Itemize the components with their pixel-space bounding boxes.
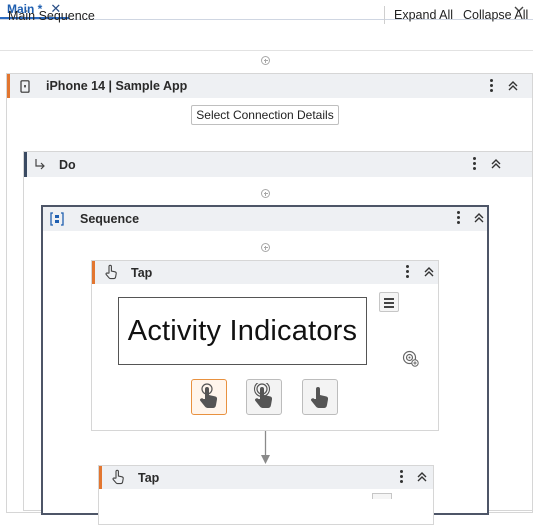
hand-double-tap-icon <box>253 383 273 408</box>
hamburger-icon[interactable] <box>379 292 399 312</box>
tap-card-accent <box>92 261 95 284</box>
tap-card-title: Tap <box>131 266 153 280</box>
add-activity-icon[interactable] <box>261 243 270 252</box>
sequence-card-title: Sequence <box>80 212 140 226</box>
hand-tap-icon <box>199 383 218 408</box>
add-activity-icon[interactable] <box>261 189 270 198</box>
do-card-title: Do <box>59 158 76 172</box>
sequence-card-header[interactable]: Sequence <box>43 207 487 231</box>
tap-card-header[interactable]: Tap <box>99 466 433 489</box>
toolbar <box>0 20 533 51</box>
kebab-icon[interactable] <box>457 211 461 226</box>
add-activity-icon[interactable] <box>261 56 270 65</box>
double-chevron-up-icon[interactable] <box>490 158 502 170</box>
page-title: Main Sequence <box>8 9 95 23</box>
phone-icon <box>20 80 30 93</box>
app-card-header[interactable]: iPhone 14 | Sample App <box>7 74 532 98</box>
target-image[interactable]: Activity Indicators <box>118 297 367 365</box>
app-card-title: iPhone 14 | Sample App <box>46 79 188 93</box>
app-card-accent <box>7 74 10 98</box>
hand-tap-icon <box>112 469 124 485</box>
hand-press-icon <box>310 387 329 408</box>
double-tap-option[interactable] <box>246 379 282 415</box>
single-tap-option[interactable] <box>191 379 227 415</box>
expand-all-button[interactable]: Expand All <box>394 8 453 22</box>
select-connection-button[interactable]: Select Connection Details <box>191 105 339 125</box>
tap-card-title: Tap <box>138 471 160 485</box>
toolbar-divider <box>384 6 385 24</box>
long-press-option[interactable] <box>302 379 338 415</box>
kebab-icon[interactable] <box>406 265 410 280</box>
kebab-icon[interactable] <box>473 157 477 172</box>
tap-card-header[interactable]: Tap <box>92 261 438 284</box>
hand-tap-icon <box>105 264 117 280</box>
sequence-icon <box>50 212 64 226</box>
do-card-accent <box>24 152 27 177</box>
kebab-icon[interactable] <box>490 79 494 94</box>
arrow-turn-icon <box>35 159 45 170</box>
target-image-text: Activity Indicators <box>127 314 358 347</box>
double-chevron-up-icon[interactable] <box>416 471 428 483</box>
do-card-header[interactable]: Do <box>24 152 532 177</box>
kebab-icon[interactable] <box>400 470 404 485</box>
target-icon[interactable] <box>402 350 419 367</box>
double-chevron-up-icon[interactable] <box>423 266 435 278</box>
flow-arrow <box>261 431 270 464</box>
tap-card-accent <box>99 466 102 489</box>
double-chevron-up-icon[interactable] <box>473 212 485 224</box>
hamburger-icon[interactable] <box>372 493 392 499</box>
double-chevron-up-icon[interactable] <box>507 80 519 92</box>
collapse-all-button[interactable]: Collapse All <box>463 8 528 22</box>
